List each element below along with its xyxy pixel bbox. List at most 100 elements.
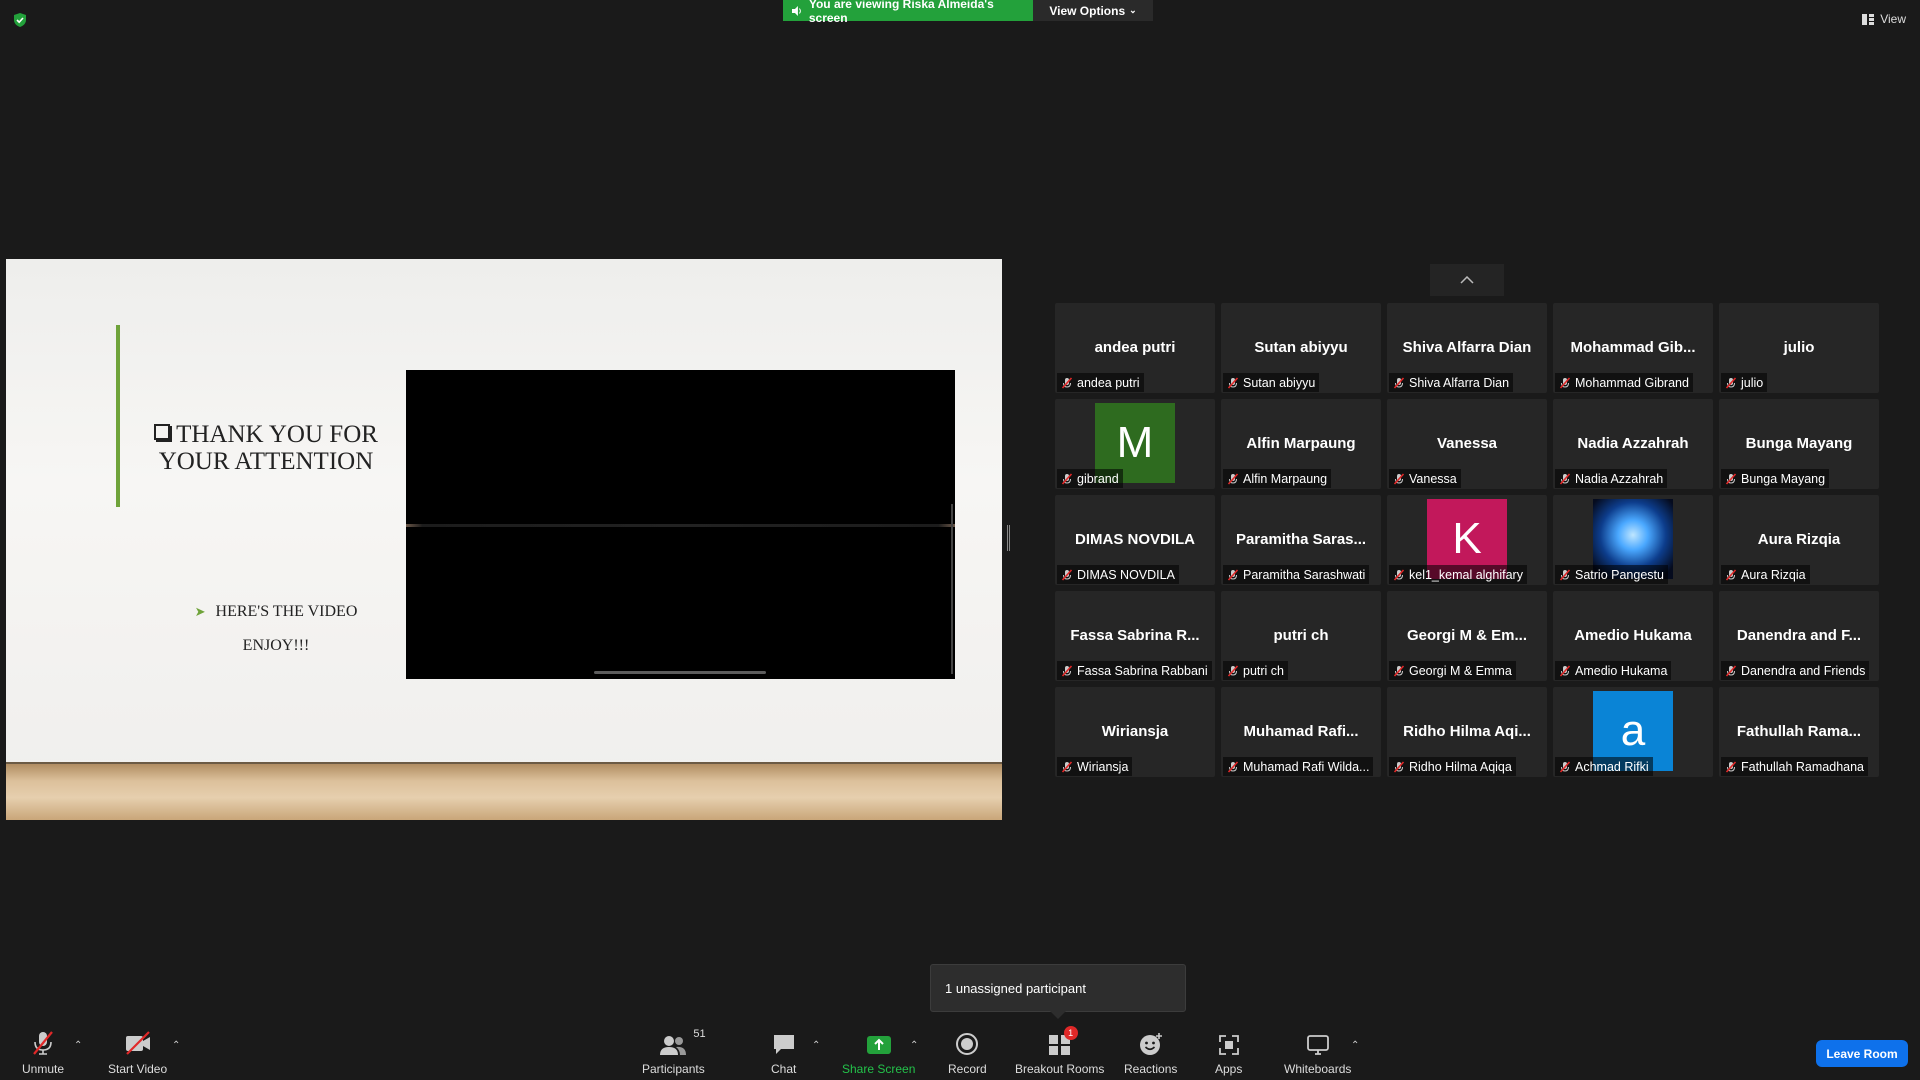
mic-muted-icon — [1559, 760, 1571, 773]
video-options-caret[interactable]: ⌃ — [172, 1040, 180, 1051]
tooltip-pointer — [1050, 1011, 1066, 1019]
participant-tile[interactable]: Mohammad Gib... Mohammad Gibrand — [1553, 303, 1713, 393]
participant-display-name: Fassa Sabrina R... — [1070, 627, 1200, 644]
breakout-rooms-label: Breakout Rooms — [1015, 1062, 1105, 1076]
video-progress-bar[interactable] — [594, 671, 766, 674]
unmute-label: Unmute — [22, 1062, 65, 1076]
whiteboards-button[interactable]: Whiteboards — [1284, 1030, 1351, 1076]
participant-display-name: Amedio Hukama — [1574, 627, 1692, 644]
participant-display-name: DIMAS NOVDILA — [1075, 531, 1195, 548]
participant-tile[interactable]: Kkel1_kemal alghifary — [1387, 495, 1547, 585]
participant-tile[interactable]: Mgibrand — [1055, 399, 1215, 489]
participant-name-label: Achmad Rifki — [1555, 757, 1653, 776]
grid-view-icon — [1862, 13, 1875, 25]
participant-name-label: Fathullah Ramadhana — [1721, 757, 1868, 776]
participant-name-label: andea putri — [1057, 373, 1144, 392]
participant-name-label: Aura Rizqia — [1721, 565, 1810, 584]
security-shield-icon[interactable] — [12, 12, 28, 28]
slide-video-player[interactable] — [406, 370, 955, 679]
participant-name-text: Aura Rizqia — [1741, 567, 1806, 582]
unmute-button[interactable]: Unmute — [22, 1030, 64, 1076]
participant-tile[interactable]: DIMAS NOVDILA DIMAS NOVDILA — [1055, 495, 1215, 585]
participant-tile[interactable]: Alfin Marpaung Alfin Marpaung — [1221, 399, 1381, 489]
participant-tile[interactable]: julio julio — [1719, 303, 1879, 393]
participant-name-text: Wiriansja — [1077, 759, 1129, 774]
participant-tile[interactable]: Vanessa Vanessa — [1387, 399, 1547, 489]
participant-tile[interactable]: Wiriansja Wiriansja — [1055, 687, 1215, 777]
checkbox-bullet-icon — [154, 424, 171, 440]
participant-display-name: Alfin Marpaung — [1246, 435, 1356, 452]
audio-options-caret[interactable]: ⌃ — [74, 1040, 82, 1051]
participant-tile[interactable]: andea putri andea putri — [1055, 303, 1215, 393]
chat-button[interactable]: Chat — [771, 1030, 796, 1076]
meeting-toolbar: Unmute ⌃ Start Video ⌃ 51 Participants C… — [0, 1020, 1920, 1080]
participant-name-text: Ridho Hilma Aqiqa — [1409, 759, 1512, 774]
participant-name-text: kel1_kemal alghifary — [1409, 567, 1523, 582]
panel-splitter-handle[interactable] — [1007, 525, 1010, 551]
breakout-rooms-button[interactable]: 1 Breakout Rooms — [1015, 1026, 1105, 1076]
share-options-caret[interactable]: ⌃ — [910, 1040, 918, 1051]
unassigned-participant-tooltip[interactable]: 1 unassigned participant — [930, 964, 1186, 1012]
participant-name-label: Nadia Azzahrah — [1555, 469, 1668, 488]
participant-tile[interactable]: Ridho Hilma Aqi... Ridho Hilma Aqiqa — [1387, 687, 1547, 777]
participant-name-label: Fassa Sabrina Rabbani — [1057, 661, 1212, 680]
participant-tile[interactable]: putri ch putri ch — [1221, 591, 1381, 681]
apps-button[interactable]: Apps — [1215, 1030, 1242, 1076]
view-button[interactable]: View — [1862, 12, 1906, 26]
mic-muted-icon — [1725, 568, 1737, 581]
participant-name-label: gibrand — [1057, 469, 1123, 488]
view-options-button[interactable]: View Options ⌄ — [1033, 0, 1153, 21]
mic-muted-icon — [1559, 472, 1571, 485]
slide-line-video: HERE'S THE VIDEO — [215, 603, 358, 620]
slide-title: THANK YOU FOR YOUR ATTENTION — [136, 421, 396, 475]
shared-screen[interactable]: THANK YOU FOR YOUR ATTENTION ➤ HERE'S THE… — [6, 259, 1002, 820]
participant-tile[interactable]: Nadia Azzahrah Nadia Azzahrah — [1553, 399, 1713, 489]
participant-name-label: julio — [1721, 373, 1768, 392]
participant-display-name: Ridho Hilma Aqi... — [1403, 723, 1531, 740]
participant-name-text: Alfin Marpaung — [1243, 471, 1328, 486]
participant-tile[interactable]: Georgi M & Em... Georgi M & Emma — [1387, 591, 1547, 681]
participant-tile[interactable]: a Achmad Rifki — [1553, 687, 1713, 777]
participant-name-label: Satrio Pangestu — [1555, 565, 1668, 584]
participant-tile[interactable]: Muhamad Rafi... Muhamad Rafi Wilda... — [1221, 687, 1381, 777]
participant-display-name: Nadia Azzahrah — [1577, 435, 1689, 452]
participant-tile[interactable]: Fathullah Rama... Fathullah Ramadhana — [1719, 687, 1879, 777]
participants-label: Participants — [642, 1062, 705, 1076]
participant-name-label: Alfin Marpaung — [1223, 469, 1332, 488]
participant-display-name: Wiriansja — [1101, 723, 1169, 740]
share-screen-button[interactable]: Share Screen — [842, 1030, 915, 1076]
participant-name-text: Shiva Alfarra Dian — [1409, 375, 1510, 390]
participant-tile[interactable]: Sutan abiyyu Sutan abiyyu — [1221, 303, 1381, 393]
participant-tile[interactable]: Satrio Pangestu — [1553, 495, 1713, 585]
participant-tile[interactable]: Bunga Mayang Bunga Mayang — [1719, 399, 1879, 489]
participant-name-text: Fassa Sabrina Rabbani — [1077, 663, 1208, 678]
participant-name-label: Muhamad Rafi Wilda... — [1223, 757, 1374, 776]
gallery-prev-page-button[interactable] — [1430, 264, 1504, 296]
participant-tile[interactable]: Fassa Sabrina R... Fassa Sabrina Rabbani — [1055, 591, 1215, 681]
slide-line-enjoy: ENJOY!!! — [242, 637, 310, 654]
view-options-label: View Options — [1049, 3, 1126, 18]
mic-muted-icon — [1725, 664, 1737, 677]
arrow-bullet-icon: ➤ — [194, 604, 206, 619]
participant-tile[interactable]: Danendra and F... Danendra and Friends — [1719, 591, 1879, 681]
mic-muted-icon — [1393, 376, 1405, 389]
share-screen-label: Share Screen — [842, 1062, 916, 1076]
participants-button[interactable]: 51 Participants — [642, 1028, 706, 1076]
whiteboard-icon — [1306, 1035, 1329, 1055]
participant-tile[interactable]: Aura Rizqia Aura Rizqia — [1719, 495, 1879, 585]
participant-name-label: Amedio Hukama — [1555, 661, 1672, 680]
leave-room-button[interactable]: Leave Room — [1816, 1040, 1908, 1067]
chat-options-caret[interactable]: ⌃ — [812, 1040, 820, 1051]
start-video-button[interactable]: Start Video — [108, 1030, 167, 1076]
participant-tile[interactable]: Amedio Hukama Amedio Hukama — [1553, 591, 1713, 681]
record-icon — [956, 1033, 979, 1055]
participant-tile[interactable]: Paramitha Saras... Paramitha Sarashwati — [1221, 495, 1381, 585]
record-button[interactable]: Record — [948, 1030, 987, 1076]
participant-display-name: julio — [1783, 339, 1815, 356]
start-video-label: Start Video — [108, 1062, 168, 1076]
chat-label: Chat — [771, 1062, 797, 1076]
participant-name-label: DIMAS NOVDILA — [1057, 565, 1179, 584]
whiteboards-options-caret[interactable]: ⌃ — [1351, 1040, 1359, 1051]
participant-tile[interactable]: Shiva Alfarra Dian Shiva Alfarra Dian — [1387, 303, 1547, 393]
reactions-button[interactable]: Reactions — [1124, 1030, 1177, 1076]
